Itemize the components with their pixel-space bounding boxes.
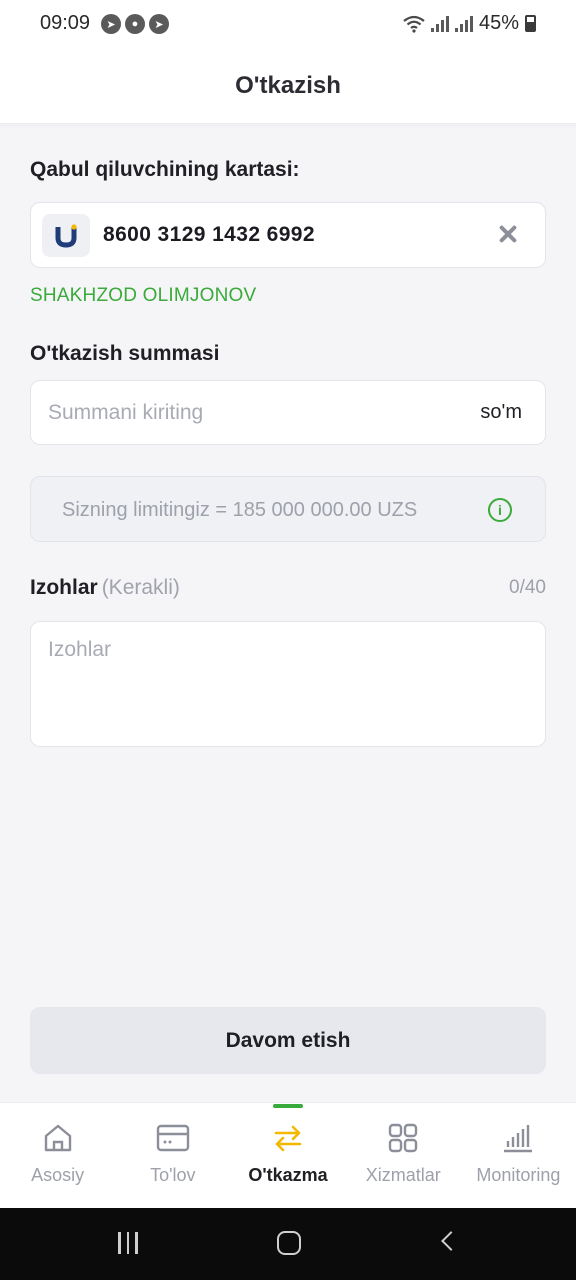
limit-info-box: Sizning limitingiz = 185 000 000.00 UZS … [30,476,546,542]
status-indicators: 45% [403,12,536,35]
nav-label-home: Asosiy [31,1165,85,1185]
currency-label: so'm [480,401,522,423]
active-tab-indicator [273,1104,303,1108]
clear-card-icon[interactable] [497,223,519,245]
notes-required-hint: (Kerakli) [101,576,180,599]
notification-icons: ➤ ● ➤ [101,14,169,34]
info-icon[interactable]: i [488,498,512,522]
notes-input[interactable] [48,638,528,732]
app-header: O'tkazish [0,48,576,124]
nav-label-transfer: O'tkazma [248,1165,328,1185]
notes-char-counter: 0/40 [509,577,546,598]
status-time: 09:09 [40,12,91,34]
notes-title: Izohlar [30,576,98,599]
limit-text: Sizning limitingiz = 185 000 000.00 UZS [62,499,418,521]
recents-icon[interactable] [118,1232,138,1254]
notes-field[interactable] [30,621,546,747]
continue-button[interactable]: Davom etish [30,1007,546,1074]
nav-item-services[interactable]: Xizmatlar [346,1103,461,1208]
page-title: O'tkazish [235,72,341,99]
status-bar: 09:09 ➤ ● ➤ 45% [0,0,576,48]
amount-label: O'tkazish summasi [30,342,220,365]
grid-icon [388,1121,418,1155]
system-nav-bar [0,1208,576,1280]
nav-item-transfer[interactable]: O'tkazma [230,1103,345,1208]
telegram-icon: ➤ [101,14,121,34]
signal-icon [430,15,449,32]
nav-label-services: Xizmatlar [365,1165,441,1185]
bank-logo-icon [42,214,90,257]
battery-icon [525,15,536,32]
telegram-icon: ➤ [149,14,169,34]
card-icon [156,1121,190,1155]
recipient-card-label: Qabul qiluvchining kartasi: [30,158,300,181]
battery-percent: 45% [478,12,519,34]
recipient-card-field[interactable]: 8600 3129 1432 6992 [30,202,546,268]
nav-item-payment[interactable]: To'lov [115,1103,230,1208]
bottom-nav: Asosiy To'lov O'tkazma Xizmatlar Monitor… [0,1102,576,1208]
nav-label-payment: To'lov [150,1165,196,1185]
nav-item-home[interactable]: Asosiy [0,1103,115,1208]
amount-field[interactable]: so'm [30,380,546,445]
alarm-icon: ● [125,14,145,34]
card-number: 8600 3129 1432 6992 [103,223,315,246]
notes-label: Izohlar (Kerakli) [30,576,180,600]
nav-item-monitoring[interactable]: Monitoring [461,1103,576,1208]
back-icon[interactable] [441,1231,461,1251]
transfer-icon [273,1121,303,1155]
signal-icon [454,15,473,32]
home-icon [42,1121,74,1155]
amount-input[interactable] [48,395,448,431]
bar-chart-icon [502,1121,534,1155]
nav-label-monitoring: Monitoring [476,1165,561,1185]
card-holder-name: SHAKHZOD OLIMJONOV [30,285,257,306]
wifi-icon [403,15,425,33]
home-button-icon[interactable] [277,1231,301,1255]
